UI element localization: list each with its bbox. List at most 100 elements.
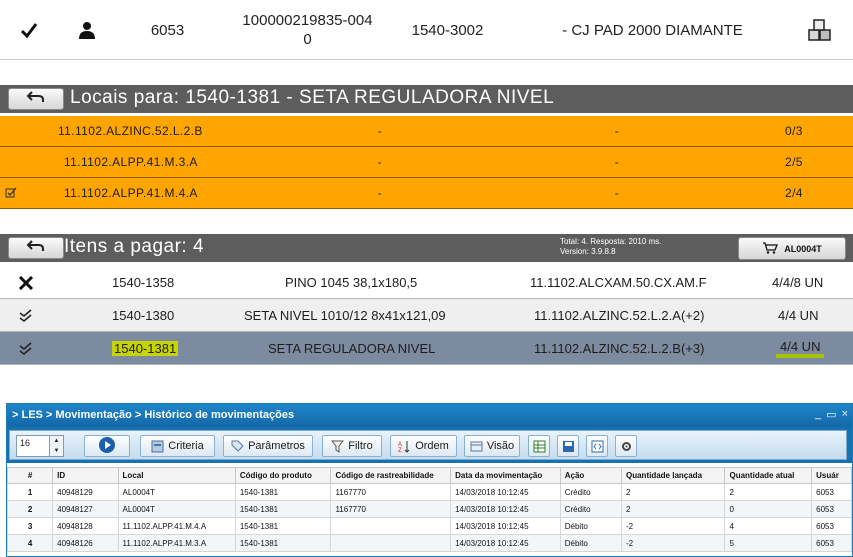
cell-local: AL0004T [117,500,236,518]
cell-qty-current: 0 [724,500,813,518]
location-col2: - [377,155,383,169]
save-button[interactable] [557,435,579,457]
user-icon [72,0,102,60]
location-col2: - [377,124,383,138]
item-row[interactable]: 1540-1358 PINO 1045 38,1x180,5 11.1102.A… [0,266,853,299]
double-check-icon [18,299,34,332]
cell-qty-launched: -2 [620,534,726,552]
restore-icon[interactable]: ▭ [826,408,836,421]
product-code: 1540-3002 [411,21,484,39]
row-number: 3 [6,517,54,535]
cell-qty-current: 5 [724,534,813,552]
item-description: PINO 1045 38,1x180,5 [285,275,418,290]
item-description: SETA NIVEL 1010/12 8x41x121,09 [244,308,446,323]
pay-cart-button[interactable]: AL0004T [738,237,846,260]
filtro-button[interactable]: Filtro [322,435,382,457]
cell-id: 40948128 [52,517,119,535]
checkmark-icon [14,0,44,60]
column-header[interactable]: Código do produto [234,467,332,484]
item-code: 1540-1358 [112,275,175,290]
item-row-selected[interactable]: 1540-1381 SETA REGULADORA NIVEL 11.1102.… [0,332,853,365]
column-header[interactable]: Quantidade lançada [620,467,726,484]
column-header[interactable]: # [6,467,54,484]
table-row[interactable]: 3 40948128 11.1102.ALPP.41.M.4.A 1540-13… [6,517,852,535]
cell-product-code: 1540-1381 [234,483,332,501]
minimize-icon[interactable]: _ [815,408,821,421]
run-button[interactable] [84,435,130,457]
export-excel-button[interactable] [528,435,550,457]
visao-button[interactable]: Visão [464,435,520,457]
cart-icon [762,241,779,256]
cell-date: 14/03/2018 10:12:45 [450,534,561,552]
les-toolbar: 16 ▲ ▼ Criteria Parâmetros Filtro A Z Or… [7,427,852,463]
column-header[interactable]: Código de rastreabilidade [330,467,452,484]
version-line: Version: 3.9.8.8 [560,247,616,256]
double-check-icon [18,332,34,365]
cell-action: Crédito [559,500,623,518]
play-icon [98,436,116,457]
cell-date: 14/03/2018 10:12:45 [450,483,561,501]
location-row[interactable]: 11.1102.ALPP.41.M.4.A - - 2/4 [0,178,853,209]
item-qty: 4/4 UN [778,308,819,323]
item-row[interactable]: 1540-1380 SETA NIVEL 1010/12 8x41x121,09… [0,299,853,332]
location-qty: 0/3 [785,124,803,138]
tracking-code: 100000219835-004 0 [242,12,373,48]
back-arrow-icon [26,90,46,109]
column-header[interactable]: Quantidade atual [724,467,813,484]
column-header[interactable]: Local [117,467,236,484]
movements-table: # ID Local Código do produto Código de r… [6,467,852,552]
page-size-spinner[interactable]: 16 ▲ ▼ [16,435,64,457]
parametros-button[interactable]: Parâmetros [223,435,313,457]
ordem-button[interactable]: AZ Ordem [390,435,457,457]
location-row[interactable]: 11.1102.ALPP.41.M.3.A - - 2/5 [0,147,853,178]
cell-user: 6053 [811,517,852,535]
cell-qty-launched: -2 [620,517,726,535]
criteria-button[interactable]: Criteria [140,435,215,457]
les-window: > LES > Movimentação > Histórico de movi… [6,403,853,557]
row-number: 1 [6,483,54,501]
column-header[interactable]: Usuár [811,467,852,484]
cell-id: 40948127 [52,500,119,518]
row-number: 2 [6,500,54,518]
item-location: 11.1102.ALZINC.52.L.2.B(+3) [534,341,705,356]
table-header-row: # ID Local Código do produto Código de r… [6,467,852,484]
column-header[interactable]: Data da movimentação [450,467,561,484]
table-row[interactable]: 1 40948129 AL0004T 1540-1381 1167770 14/… [6,483,852,501]
location-row[interactable]: 11.1102.ALZINC.52.L.2.B - - 0/3 [0,116,853,147]
filtro-label: Filtro [348,440,373,452]
close-window-icon[interactable]: × [842,408,848,421]
cell-date: 14/03/2018 10:12:45 [450,500,561,518]
spinner-arrows-icon[interactable]: ▲ ▼ [49,436,63,456]
code-button[interactable] [586,435,608,457]
item-qty: 4/4 UN [776,339,825,358]
les-titlebar: > LES > Movimentação > Histórico de movi… [7,404,852,427]
column-header[interactable]: ID [52,467,119,484]
quantity-value: 6053 [150,21,185,39]
location-col3: - [614,124,620,138]
response-info: Total: 4. Resposta: 2010 ms. Version: 3.… [560,237,661,257]
cell-action: Crédito [559,483,623,501]
product-row[interactable]: 6053 100000219835-004 0 1540-3002 - CJ P… [0,0,853,60]
location-address: 11.1102.ALPP.41.M.4.A [64,186,198,200]
table-row[interactable]: 4 40948126 11.1102.ALPP.41.M.3.A 1540-13… [6,534,852,552]
back-button[interactable] [8,88,64,110]
back-arrow-icon [26,239,46,258]
cell-qty-launched: 2 [620,483,726,501]
cell-user: 6053 [811,500,852,518]
location-col2: - [377,186,383,200]
product-description: - CJ PAD 2000 DIAMANTE [562,21,743,39]
checkbox-checked-icon[interactable] [5,178,17,208]
back-button[interactable] [8,237,64,259]
itens-title: Itens a pagar: 4 [64,236,205,257]
cell-id: 40948126 [52,534,119,552]
parametros-label: Parâmetros [248,440,305,452]
view-icon [470,440,483,453]
cell-tracking-code: 1167770 [330,500,452,518]
save-icon [562,440,575,453]
brackets-icon [591,440,604,453]
sort-az-icon: AZ [398,440,411,454]
column-header[interactable]: Ação [559,467,623,484]
settings-button[interactable] [615,435,637,457]
boxes-icon[interactable] [800,0,840,60]
table-row[interactable]: 2 40948127 AL0004T 1540-1381 1167770 14/… [6,500,852,518]
